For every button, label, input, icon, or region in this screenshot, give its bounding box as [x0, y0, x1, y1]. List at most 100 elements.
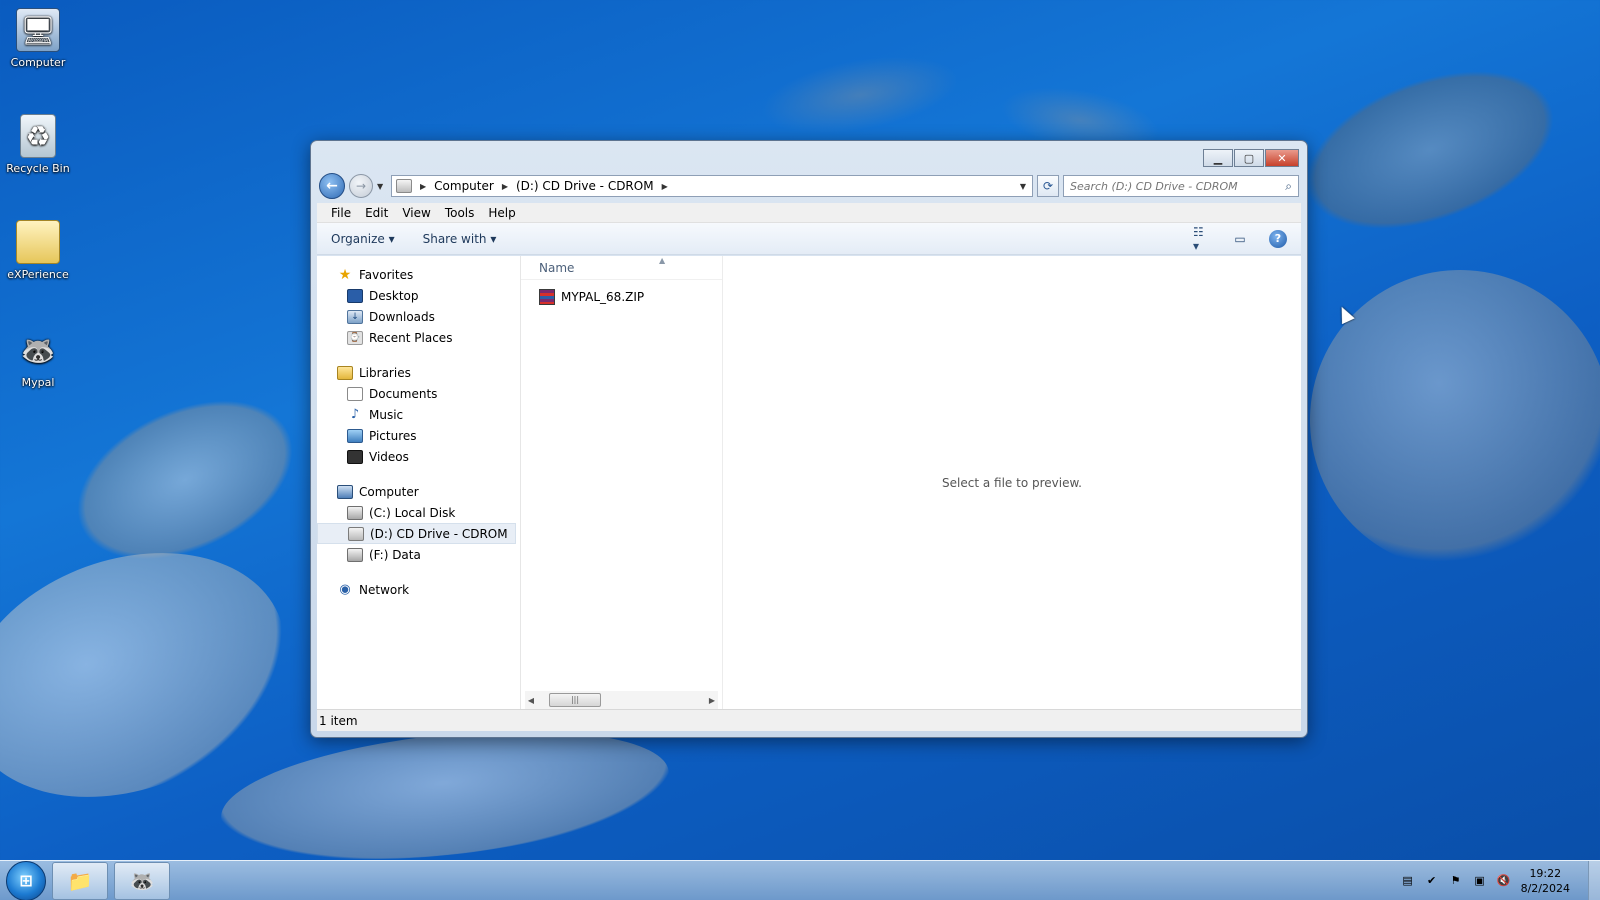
chevron-right-icon[interactable]: ▶ [662, 182, 668, 191]
arrow-right-icon: → [355, 179, 367, 193]
address-bar: ← → ▼ ▶ Computer ▶ (D:) CD Drive - CDROM… [319, 173, 1299, 199]
nav-data-f[interactable]: (F:) Data [317, 544, 520, 565]
chevron-right-icon[interactable]: ▶ [420, 182, 426, 191]
nav-libraries[interactable]: Libraries [317, 362, 520, 383]
windows-logo-icon: ⊞ [19, 871, 33, 890]
menu-edit[interactable]: Edit [365, 206, 388, 220]
background-fish [1283, 39, 1577, 261]
computer-icon: 🖥 [16, 8, 60, 52]
file-name: MYPAL_68.ZIP [561, 290, 645, 304]
taskbar-mypal-button[interactable]: 🦝 [114, 861, 170, 900]
clock[interactable]: 19:22 8/2/2024 [1521, 866, 1570, 896]
command-bar: Organize ▾ Share with ▾ ☷ ▾ ▭ ? [317, 223, 1301, 255]
share-with-button[interactable]: Share with ▾ [423, 232, 497, 246]
computer-icon [337, 484, 353, 499]
maximize-button[interactable]: ▢ [1234, 149, 1264, 167]
horizontal-scrollbar[interactable]: ◀ ||| ▶ [525, 691, 718, 709]
nav-cd-drive-d[interactable]: (D:) CD Drive - CDROM [317, 523, 516, 544]
system-tray: ▤ ✔ ⚑ ▣ 🔇 19:22 8/2/2024 [1401, 866, 1588, 896]
scroll-right-icon[interactable]: ▶ [706, 696, 718, 705]
organize-button[interactable]: Organize ▾ [331, 232, 395, 246]
desktop-icon-recycle-bin[interactable]: ♻ Recycle Bin [4, 114, 72, 175]
column-header-name[interactable]: Name ▲ [521, 256, 722, 280]
desktop-icon-experience[interactable]: eXPerience [4, 220, 72, 281]
breadcrumb-item-computer[interactable]: Computer [434, 179, 494, 193]
nav-label: Network [359, 582, 410, 597]
status-bar: 1 item [317, 709, 1301, 731]
nav-network[interactable]: ◉ Network [317, 579, 520, 600]
security-shield-icon[interactable]: ✔ [1425, 874, 1439, 888]
nav-label: (C:) Local Disk [369, 505, 456, 520]
show-desktop-button[interactable] [1588, 860, 1600, 900]
action-center-flag-icon[interactable]: ⚑ [1449, 874, 1463, 888]
address-dropdown-icon[interactable]: ▼ [1020, 182, 1032, 191]
library-icon [337, 365, 353, 380]
refresh-button[interactable]: ⟳ [1037, 175, 1059, 197]
music-icon: ♪ [350, 407, 360, 422]
scrollbar-track[interactable]: ||| [541, 693, 702, 707]
nav-label: Favorites [359, 267, 414, 282]
preview-pane-icon[interactable]: ▭ [1231, 231, 1249, 247]
nav-local-disk-c[interactable]: (C:) Local Disk [317, 502, 520, 523]
hard-disk-icon [347, 505, 363, 520]
nav-label: (D:) CD Drive - CDROM [370, 526, 508, 541]
taskbar-explorer-button[interactable]: 📁 [52, 861, 108, 900]
nav-label: Music [369, 407, 404, 422]
recycle-bin-icon: ♻ [20, 114, 56, 158]
menu-view[interactable]: View [402, 206, 430, 220]
forward-button[interactable]: → [349, 174, 373, 198]
breadcrumb-item-cd-drive[interactable]: (D:) CD Drive - CDROM [516, 179, 654, 193]
nav-downloads[interactable]: ↓ Downloads [317, 306, 520, 327]
start-button[interactable]: ⊞ [6, 860, 46, 900]
menu-file[interactable]: File [331, 206, 351, 220]
arrow-left-icon: ← [326, 178, 338, 194]
nav-music[interactable]: ♪ Music [317, 404, 520, 425]
file-item[interactable]: MYPAL_68.ZIP [521, 286, 722, 308]
back-button[interactable]: ← [319, 173, 345, 199]
desktop-icon-label: Computer [10, 56, 66, 69]
nav-label: Pictures [369, 428, 417, 443]
search-input[interactable] [1070, 179, 1286, 193]
recent-places-icon: ⌚ [347, 330, 363, 345]
scroll-left-icon[interactable]: ◀ [525, 696, 537, 705]
menu-tools[interactable]: Tools [445, 206, 475, 220]
scrollbar-thumb[interactable]: ||| [549, 693, 601, 707]
documents-icon [347, 386, 363, 401]
background-fish [1276, 236, 1600, 604]
minimize-button[interactable]: ▁ [1203, 149, 1233, 167]
network-tray-icon[interactable]: ▣ [1473, 874, 1487, 888]
nav-videos[interactable]: Videos [317, 446, 520, 467]
desktop-icon [347, 288, 363, 303]
chevron-right-icon[interactable]: ▶ [502, 182, 508, 191]
videos-icon [347, 449, 363, 464]
nav-documents[interactable]: Documents [317, 383, 520, 404]
clock-time: 19:22 [1529, 866, 1562, 880]
change-view-icon[interactable]: ☷ ▾ [1193, 225, 1211, 253]
menu-help[interactable]: Help [488, 206, 515, 220]
nav-computer[interactable]: Computer [317, 481, 520, 502]
nav-desktop[interactable]: Desktop [317, 285, 520, 306]
nav-label: Downloads [369, 309, 435, 324]
close-button[interactable]: ✕ [1265, 149, 1299, 167]
nav-label: Desktop [369, 288, 419, 303]
search-box[interactable]: ⌕ [1063, 175, 1299, 197]
star-icon: ★ [338, 266, 352, 283]
breadcrumb[interactable]: ▶ Computer ▶ (D:) CD Drive - CDROM ▶ ▼ [391, 175, 1033, 197]
downloads-icon: ↓ [347, 309, 363, 324]
taskbar: ⊞ 📁 🦝 ▤ ✔ ⚑ ▣ 🔇 19:22 8/2/2024 [0, 860, 1600, 900]
nav-pictures[interactable]: Pictures [317, 425, 520, 446]
mypal-raccoon-icon: 🦝 [129, 868, 155, 893]
desktop-icon-label: eXPerience [7, 268, 69, 281]
nav-recent-places[interactable]: ⌚ Recent Places [317, 327, 520, 348]
nav-favorites[interactable]: ★ Favorites [317, 264, 520, 285]
volume-muted-icon[interactable]: 🔇 [1497, 874, 1511, 888]
desktop-icon-mypal[interactable]: 🦝 Mypal [4, 328, 72, 390]
recent-pages-dropdown[interactable]: ▼ [377, 182, 387, 191]
nav-label: Libraries [359, 365, 411, 380]
search-icon[interactable]: ⌕ [1285, 179, 1292, 194]
preview-pane: Select a file to preview. [723, 256, 1301, 709]
help-icon[interactable]: ? [1269, 229, 1287, 248]
clipboard-icon[interactable]: ▤ [1401, 874, 1415, 888]
desktop-icon-computer[interactable]: 🖥 Computer [4, 8, 72, 69]
item-count: 1 item [319, 713, 358, 728]
